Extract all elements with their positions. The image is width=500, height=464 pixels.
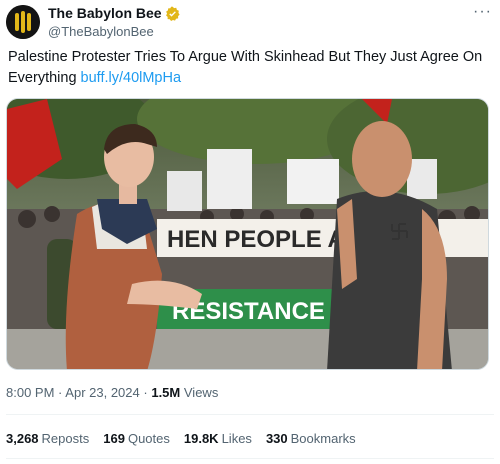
reposts-stat[interactable]: 3,268 Reposts xyxy=(6,430,89,447)
tweet-date[interactable]: Apr 23, 2024 xyxy=(65,385,139,400)
tweet-meta: 8:00 PM · Apr 23, 2024 · 1.5M Views xyxy=(6,384,218,401)
likes-count: 19.8K xyxy=(183,431,219,446)
tweet-text: Palestine Protester Tries To Argue With … xyxy=(8,47,492,89)
bookmarks-label: Bookmarks xyxy=(290,431,356,446)
display-name[interactable]: The Babylon Bee xyxy=(48,5,162,22)
likes-stat[interactable]: 19.8K Likes xyxy=(184,430,252,447)
divider xyxy=(6,414,494,415)
bee-logo-icon xyxy=(6,5,40,39)
handle[interactable]: @TheBabylonBee xyxy=(48,23,180,40)
more-options-icon[interactable]: ··· xyxy=(473,4,492,20)
meta-separator-2: · xyxy=(143,385,148,400)
meta-separator: · xyxy=(58,385,63,400)
verified-badge-icon xyxy=(165,6,180,21)
likes-label: Likes xyxy=(221,431,252,446)
tweet-time[interactable]: 8:00 PM xyxy=(6,385,54,400)
display-name-row[interactable]: The Babylon Bee xyxy=(48,5,180,22)
reposts-label: Reposts xyxy=(41,431,90,446)
bookmarks-count: 330 xyxy=(265,431,288,446)
divider-bottom xyxy=(6,458,494,459)
tweet-stats: 3,268 Reposts 169 Quotes 19.8K Likes 330 Boo… xyxy=(6,430,370,447)
views-label: Views xyxy=(183,385,219,400)
bookmarks-stat[interactable]: 330 Bookmarks xyxy=(266,430,356,447)
quotes-label: Quotes xyxy=(127,431,170,446)
quotes-count: 169 xyxy=(103,431,125,446)
tweet-link[interactable]: buff.ly/40lMpHa xyxy=(81,70,181,86)
tweet-body: Palestine Protester Tries To Argue With … xyxy=(8,49,483,86)
tweet-media[interactable]: HEN PEOPLE ARE C RESISTANCE xyxy=(6,98,489,370)
tweet-header: The Babylon Bee @TheBabylonBee ··· xyxy=(6,4,494,41)
photo-image: HEN PEOPLE ARE C RESISTANCE xyxy=(7,99,488,369)
reposts-count: 3,268 xyxy=(6,431,39,446)
quotes-stat[interactable]: 169 Quotes xyxy=(103,430,170,447)
avatar[interactable] xyxy=(6,5,40,39)
views-count: 1.5M xyxy=(151,385,181,400)
